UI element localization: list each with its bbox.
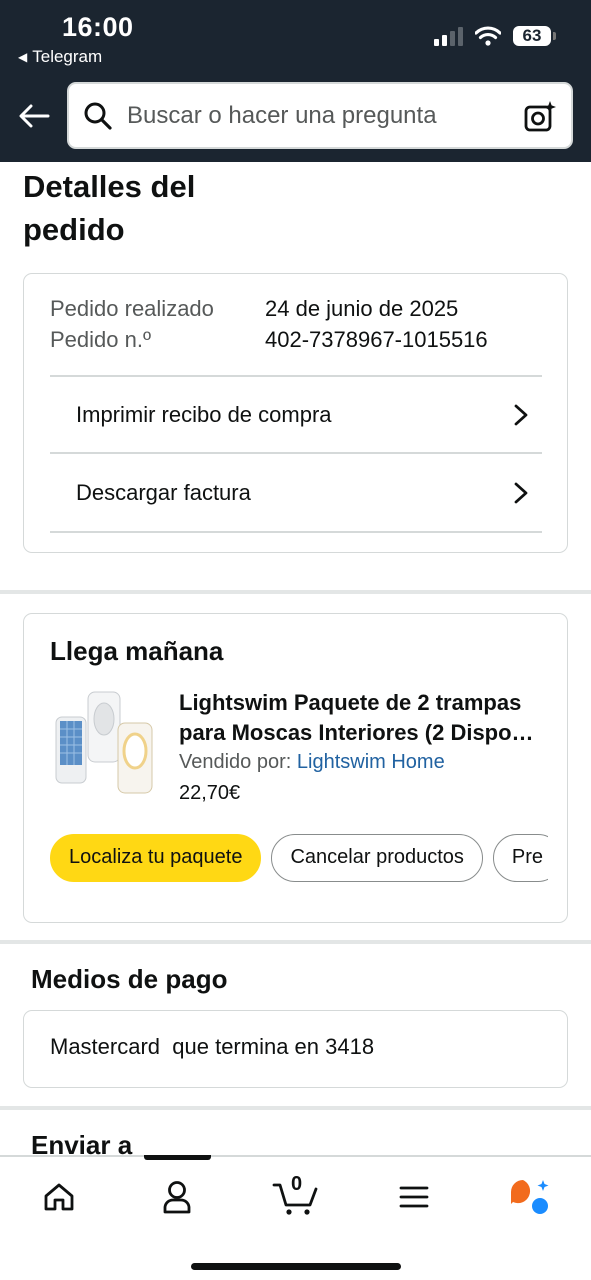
status-time: 16:00 bbox=[62, 12, 134, 42]
order-info-card: Pedido realizado 24 de junio de 2025 Pedi… bbox=[23, 273, 568, 553]
system-icons: 63 bbox=[434, 26, 556, 46]
order-date-value: 24 de junio de 2025 bbox=[265, 296, 459, 321]
delivery-status-title: Llega mañana bbox=[50, 636, 224, 666]
bottom-navigation: 0 bbox=[0, 1155, 591, 1280]
product-image[interactable] bbox=[50, 689, 158, 799]
battery-indicator: 63 bbox=[513, 26, 556, 46]
search-input[interactable] bbox=[127, 101, 497, 130]
shipment-actions: Localiza tu paquete Cancelar productos Pre bbox=[50, 834, 548, 886]
section-separator bbox=[0, 1106, 591, 1110]
print-receipt-link[interactable]: Imprimir recibo de compra bbox=[50, 376, 542, 453]
back-to-app-link[interactable]: ◀ Telegram bbox=[18, 47, 102, 67]
hamburger-menu-icon bbox=[399, 1186, 429, 1208]
payment-method-text: Mastercard que termina en 3418 bbox=[50, 1034, 375, 1059]
order-number-label: Pedido n.º bbox=[50, 327, 151, 352]
print-receipt-label: Imprimir recibo de compra bbox=[76, 401, 332, 427]
seller-link[interactable]: Lightswim Home bbox=[297, 751, 445, 773]
product-price: 22,70€ bbox=[179, 782, 241, 804]
page-title: Detalles del pedido bbox=[23, 169, 196, 247]
user-icon bbox=[163, 1181, 191, 1214]
order-date-row: Pedido realizado 24 de junio de 2025 bbox=[50, 296, 458, 322]
more-actions-button[interactable]: Pre bbox=[492, 834, 548, 882]
arrow-left-icon bbox=[19, 104, 50, 128]
order-number-row: Pedido n.º 402-7378967-1015516 bbox=[50, 327, 488, 353]
download-invoice-label: Descargar factura bbox=[76, 479, 251, 505]
track-package-button[interactable]: Localiza tu paquete bbox=[50, 834, 262, 882]
seller-info: Vendido por: Lightswim Home bbox=[179, 751, 445, 774]
back-button[interactable] bbox=[14, 96, 54, 136]
shipment-card: Llega mañana Lightswim Paquete de 2 tram… bbox=[23, 613, 568, 923]
order-date-label: Pedido realizado bbox=[50, 296, 214, 321]
sold-by-label: Vendido por: bbox=[179, 751, 292, 773]
section-separator bbox=[0, 940, 591, 944]
nav-account[interactable] bbox=[155, 1175, 199, 1219]
section-separator bbox=[0, 590, 591, 594]
back-app-label: Telegram bbox=[32, 47, 103, 66]
divider bbox=[50, 531, 542, 533]
back-triangle-icon: ◀ bbox=[18, 50, 28, 64]
nav-cart[interactable]: 0 bbox=[272, 1173, 318, 1219]
cancel-items-button[interactable]: Cancelar productos bbox=[271, 834, 483, 882]
download-invoice-link[interactable]: Descargar factura bbox=[50, 454, 542, 531]
top-bar: 16:00 ◀ Telegram 63 bbox=[0, 0, 591, 162]
cart-count-badge: 0 bbox=[291, 1173, 303, 1195]
camera-search-icon[interactable] bbox=[523, 100, 557, 134]
payment-method-card: Mastercard que termina en 3418 bbox=[23, 1010, 568, 1088]
assistant-chat-icon bbox=[511, 1180, 549, 1214]
search-icon bbox=[84, 102, 112, 130]
cellular-signal-icon bbox=[434, 26, 463, 46]
search-bar[interactable] bbox=[67, 82, 573, 149]
chevron-right-icon bbox=[514, 482, 528, 503]
nav-menu[interactable] bbox=[392, 1175, 436, 1219]
wifi-icon bbox=[475, 26, 501, 46]
home-indicator bbox=[191, 1263, 401, 1270]
nav-assistant[interactable] bbox=[508, 1175, 552, 1219]
order-number-value: 402-7378967-1015516 bbox=[265, 327, 488, 352]
product-title-link[interactable]: Lightswim Paquete de 2 trampas para Mosc… bbox=[179, 688, 547, 748]
chevron-right-icon bbox=[514, 404, 528, 425]
nav-home[interactable] bbox=[37, 1175, 81, 1219]
payment-section-title: Medios de pago bbox=[31, 964, 228, 994]
active-tab-indicator bbox=[144, 1155, 211, 1160]
home-icon bbox=[44, 1183, 74, 1211]
